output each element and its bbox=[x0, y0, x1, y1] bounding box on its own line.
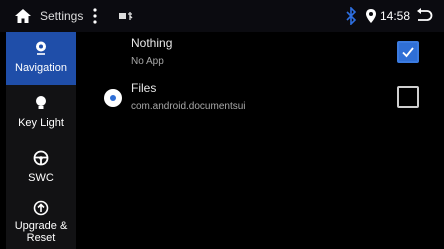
sidebar-item-key-light[interactable]: Key Light bbox=[6, 87, 76, 140]
app-selection-list: Nothing No App Files com.android.documen… bbox=[76, 32, 444, 249]
app-package: com.android.documentsui bbox=[131, 101, 246, 112]
app-package: No App bbox=[131, 56, 164, 67]
checkbox-checked[interactable] bbox=[397, 41, 419, 63]
steering-wheel-icon bbox=[33, 150, 49, 166]
app-name: Files bbox=[131, 81, 157, 95]
sidebar-item-label: Navigation bbox=[15, 62, 67, 74]
status-bar: Settings 14:58 bbox=[0, 0, 444, 32]
checkbox[interactable] bbox=[397, 86, 419, 108]
notification-icons bbox=[119, 12, 133, 20]
sidebar-item-upgrade-reset[interactable]: Upgrade & Reset bbox=[6, 194, 76, 247]
app-title: Settings bbox=[40, 9, 84, 23]
sidebar-item-label: SWC bbox=[28, 172, 54, 184]
sidebar-item-label: Key Light bbox=[18, 117, 64, 129]
bluetooth-icon bbox=[346, 7, 357, 25]
list-item[interactable]: Nothing No App bbox=[76, 32, 444, 77]
bulb-icon bbox=[36, 96, 46, 109]
location-icon bbox=[366, 9, 376, 23]
clock: 14:58 bbox=[380, 9, 411, 23]
location-icon bbox=[36, 41, 46, 55]
more-vert-icon[interactable] bbox=[92, 6, 98, 26]
upgrade-icon bbox=[33, 200, 49, 216]
app-name: Nothing bbox=[131, 36, 173, 50]
sidebar: Navigation Key Light SWC Upgrade & Reset bbox=[6, 32, 76, 249]
sidebar-item-label: Upgrade & Reset bbox=[14, 220, 68, 244]
home-icon[interactable] bbox=[14, 8, 32, 24]
radio-selected[interactable] bbox=[104, 89, 122, 107]
sidebar-item-navigation[interactable]: Navigation bbox=[6, 32, 76, 85]
list-item[interactable]: Files com.android.documentsui bbox=[76, 77, 444, 122]
check-icon bbox=[402, 47, 414, 58]
sidebar-item-swc[interactable]: SWC bbox=[6, 142, 76, 195]
back-icon[interactable] bbox=[415, 8, 433, 24]
